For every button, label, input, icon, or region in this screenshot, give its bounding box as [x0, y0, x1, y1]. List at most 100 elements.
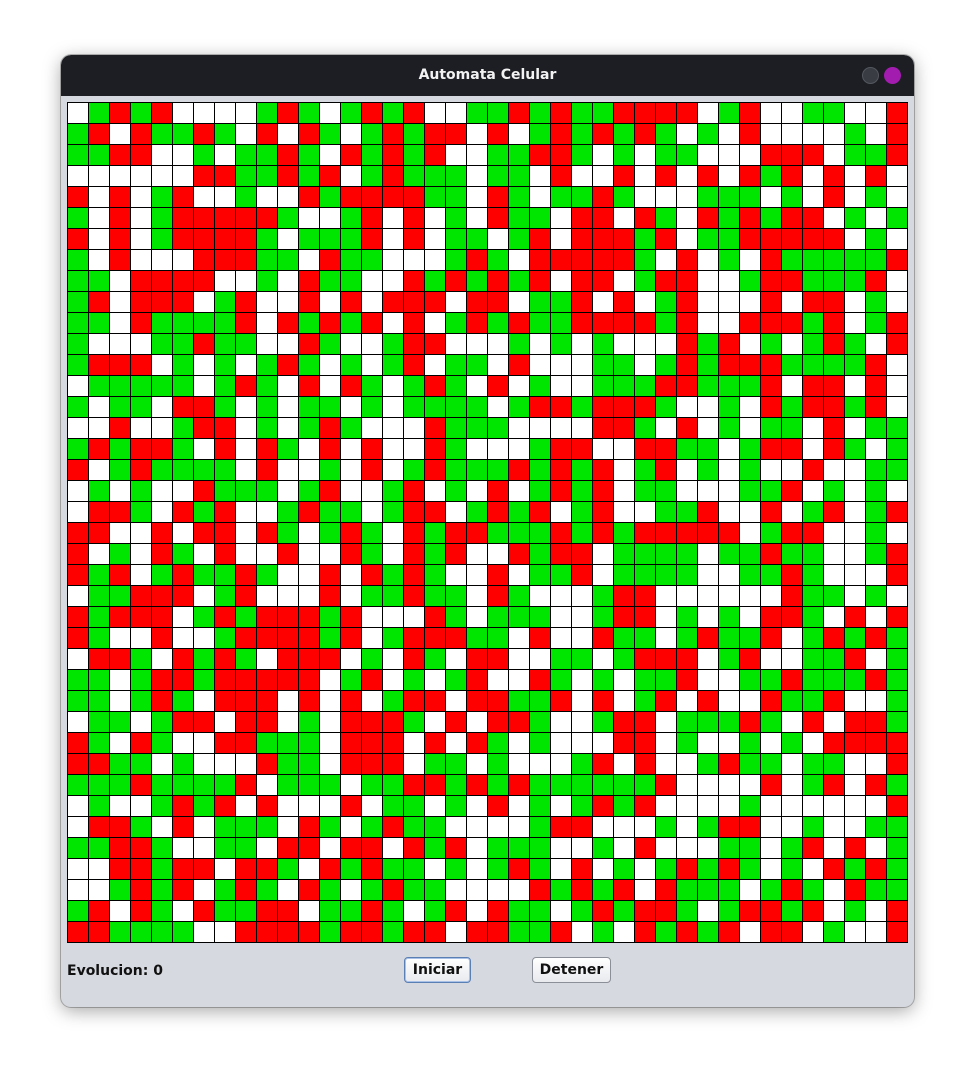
grid-cell: [67, 228, 88, 249]
grid-cell: [466, 606, 487, 627]
grid-cell: [466, 774, 487, 795]
grid-cell: [718, 606, 739, 627]
grid-cell: [886, 774, 907, 795]
minimize-button[interactable]: [862, 67, 879, 84]
grid-cell: [634, 207, 655, 228]
grid-cell: [445, 921, 466, 942]
grid-cell: [382, 585, 403, 606]
grid-cell: [613, 879, 634, 900]
grid-cell: [592, 144, 613, 165]
grid-cell: [718, 375, 739, 396]
grid-cell: [340, 249, 361, 270]
grid-cell: [340, 879, 361, 900]
grid-cell: [886, 732, 907, 753]
grid-cell: [697, 921, 718, 942]
grid-cell: [697, 585, 718, 606]
grid-cell: [319, 417, 340, 438]
grid-cell: [361, 102, 382, 123]
stop-button[interactable]: Detener: [532, 957, 611, 983]
grid-cell: [781, 396, 802, 417]
grid-cell: [697, 165, 718, 186]
grid-cell: [298, 375, 319, 396]
grid-cell: [529, 417, 550, 438]
grid-cell: [235, 354, 256, 375]
grid-cell: [865, 858, 886, 879]
grid-cell: [634, 396, 655, 417]
grid-cell: [109, 354, 130, 375]
grid-cell: [424, 606, 445, 627]
grid-cell: [277, 900, 298, 921]
grid-cell: [298, 669, 319, 690]
grid-cell: [361, 144, 382, 165]
grid-cell: [676, 690, 697, 711]
grid-cell: [382, 837, 403, 858]
start-button[interactable]: Iniciar: [404, 957, 471, 983]
close-button[interactable]: [884, 67, 901, 84]
grid-cell: [655, 921, 676, 942]
grid-cell: [109, 816, 130, 837]
grid-cell: [592, 459, 613, 480]
grid-cell: [529, 144, 550, 165]
grid-cell: [886, 249, 907, 270]
grid-cell: [697, 606, 718, 627]
grid-cell: [865, 669, 886, 690]
grid-cell: [466, 879, 487, 900]
grid-cell: [760, 228, 781, 249]
grid-cell: [739, 312, 760, 333]
grid-cell: [508, 480, 529, 501]
grid-cell: [613, 312, 634, 333]
grid-cell: [676, 900, 697, 921]
grid-cell: [256, 585, 277, 606]
grid-cell: [172, 690, 193, 711]
grid-cell: [508, 354, 529, 375]
grid-cell: [592, 585, 613, 606]
grid-cell: [403, 732, 424, 753]
grid-cell: [760, 207, 781, 228]
grid-cell: [172, 564, 193, 585]
grid-cell: [550, 417, 571, 438]
grid-cell: [193, 270, 214, 291]
grid-cell: [508, 270, 529, 291]
grid-cell: [718, 354, 739, 375]
grid-cell: [424, 228, 445, 249]
grid-cell: [676, 123, 697, 144]
grid-cell: [844, 753, 865, 774]
grid-cell: [529, 606, 550, 627]
grid-cell: [277, 354, 298, 375]
grid-cell: [214, 228, 235, 249]
grid-cell: [319, 522, 340, 543]
grid-cell: [487, 648, 508, 669]
grid-cell: [634, 606, 655, 627]
grid-cell: [172, 900, 193, 921]
grid-cell: [109, 291, 130, 312]
grid-cell: [424, 249, 445, 270]
title-bar[interactable]: Automata Celular: [61, 55, 914, 96]
grid-cell: [865, 795, 886, 816]
grid-cell: [193, 900, 214, 921]
grid-cell: [886, 795, 907, 816]
grid-cell: [655, 396, 676, 417]
grid-cell: [382, 606, 403, 627]
grid-cell: [697, 396, 718, 417]
grid-cell: [466, 501, 487, 522]
grid-cell: [613, 228, 634, 249]
grid-cell: [508, 165, 529, 186]
grid-cell: [67, 564, 88, 585]
grid-cell: [67, 921, 88, 942]
grid-cell: [697, 543, 718, 564]
grid-cell: [214, 879, 235, 900]
grid-cell: [340, 438, 361, 459]
grid-cell: [340, 648, 361, 669]
grid-cell: [67, 753, 88, 774]
grid-cell: [634, 501, 655, 522]
grid-cell: [655, 858, 676, 879]
grid-cell: [802, 354, 823, 375]
grid-cell: [340, 858, 361, 879]
grid-cell: [676, 879, 697, 900]
grid-cell: [655, 816, 676, 837]
grid-cell: [550, 627, 571, 648]
grid-cell: [88, 102, 109, 123]
grid-cell: [151, 438, 172, 459]
grid-cell: [214, 543, 235, 564]
grid-cell: [886, 879, 907, 900]
